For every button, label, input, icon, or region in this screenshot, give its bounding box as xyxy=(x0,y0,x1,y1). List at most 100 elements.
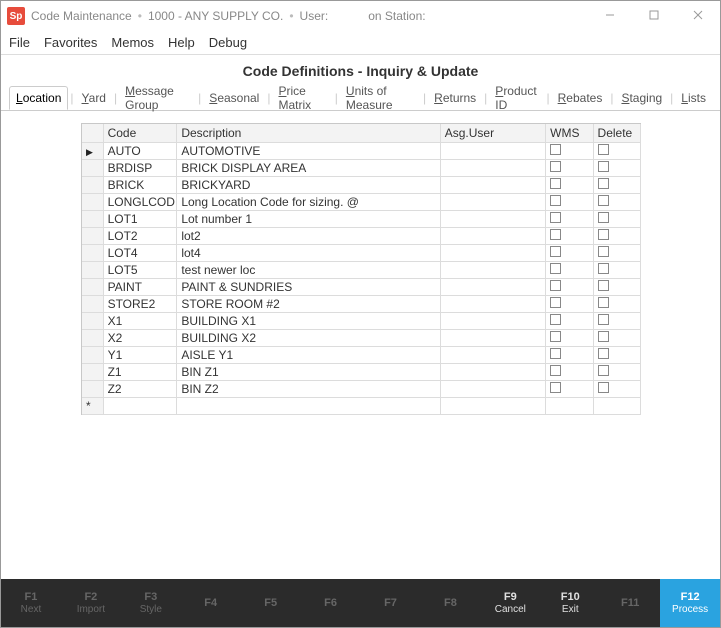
cell-wms[interactable] xyxy=(546,397,593,414)
cell-code[interactable]: X2 xyxy=(103,329,177,346)
col-asg-user[interactable]: Asg.User xyxy=(440,124,545,142)
cell-wms[interactable] xyxy=(546,159,593,176)
wms-checkbox[interactable] xyxy=(550,246,561,257)
cell-delete[interactable] xyxy=(593,312,640,329)
cell-code[interactable] xyxy=(103,397,177,414)
cell-wms[interactable] xyxy=(546,176,593,193)
cell-description[interactable]: AISLE Y1 xyxy=(177,346,440,363)
cell-delete[interactable] xyxy=(593,142,640,159)
cell-description[interactable]: lot2 xyxy=(177,227,440,244)
cell-code[interactable]: LOT4 xyxy=(103,244,177,261)
table-row[interactable]: Z1BIN Z1 xyxy=(82,363,641,380)
cell-delete[interactable] xyxy=(593,176,640,193)
cell-asg-user[interactable] xyxy=(440,210,545,227)
fkey-f10[interactable]: F10Exit xyxy=(540,579,600,627)
cell-wms[interactable] xyxy=(546,329,593,346)
cell-wms[interactable] xyxy=(546,193,593,210)
delete-checkbox[interactable] xyxy=(598,280,609,291)
tab-lists[interactable]: Lists xyxy=(675,87,712,109)
wms-checkbox[interactable] xyxy=(550,263,561,274)
table-row[interactable]: STORE2STORE ROOM #2 xyxy=(82,295,641,312)
cell-delete[interactable] xyxy=(593,363,640,380)
cell-code[interactable]: Z1 xyxy=(103,363,177,380)
table-row[interactable]: LOT2lot2 xyxy=(82,227,641,244)
delete-checkbox[interactable] xyxy=(598,161,609,172)
cell-wms[interactable] xyxy=(546,363,593,380)
fkey-f1[interactable]: F1Next xyxy=(1,579,61,627)
wms-checkbox[interactable] xyxy=(550,382,561,393)
cell-delete[interactable] xyxy=(593,346,640,363)
table-row[interactable]: X2BUILDING X2 xyxy=(82,329,641,346)
table-row[interactable]: AUTOAUTOMOTIVE xyxy=(82,142,641,159)
tab-yard[interactable]: Yard xyxy=(76,87,112,109)
menu-memos[interactable]: Memos xyxy=(111,35,154,50)
close-button[interactable] xyxy=(676,1,720,29)
delete-checkbox[interactable] xyxy=(598,195,609,206)
cell-wms[interactable] xyxy=(546,346,593,363)
delete-checkbox[interactable] xyxy=(598,348,609,359)
maximize-button[interactable] xyxy=(632,1,676,29)
cell-code[interactable]: BRICK xyxy=(103,176,177,193)
cell-delete[interactable] xyxy=(593,397,640,414)
cell-wms[interactable] xyxy=(546,295,593,312)
wms-checkbox[interactable] xyxy=(550,178,561,189)
cell-description[interactable]: BUILDING X1 xyxy=(177,312,440,329)
cell-code[interactable]: PAINT xyxy=(103,278,177,295)
cell-delete[interactable] xyxy=(593,210,640,227)
wms-checkbox[interactable] xyxy=(550,297,561,308)
cell-code[interactable]: AUTO xyxy=(103,142,177,159)
delete-checkbox[interactable] xyxy=(598,212,609,223)
cell-delete[interactable] xyxy=(593,261,640,278)
cell-asg-user[interactable] xyxy=(440,397,545,414)
cell-asg-user[interactable] xyxy=(440,227,545,244)
cell-wms[interactable] xyxy=(546,312,593,329)
delete-checkbox[interactable] xyxy=(598,263,609,274)
wms-checkbox[interactable] xyxy=(550,144,561,155)
delete-checkbox[interactable] xyxy=(598,314,609,325)
cell-asg-user[interactable] xyxy=(440,261,545,278)
col-description[interactable]: Description xyxy=(177,124,440,142)
cell-delete[interactable] xyxy=(593,159,640,176)
table-row[interactable]: Z2BIN Z2 xyxy=(82,380,641,397)
cell-delete[interactable] xyxy=(593,295,640,312)
cell-description[interactable]: STORE ROOM #2 xyxy=(177,295,440,312)
table-row[interactable]: BRDISPBRICK DISPLAY AREA xyxy=(82,159,641,176)
cell-asg-user[interactable] xyxy=(440,142,545,159)
table-row[interactable]: PAINTPAINT & SUNDRIES xyxy=(82,278,641,295)
table-row[interactable]: LOT1Lot number 1 xyxy=(82,210,641,227)
cell-description[interactable]: BRICK DISPLAY AREA xyxy=(177,159,440,176)
fkey-f2[interactable]: F2Import xyxy=(61,579,121,627)
wms-checkbox[interactable] xyxy=(550,314,561,325)
table-row[interactable]: Y1AISLE Y1 xyxy=(82,346,641,363)
tab-seasonal[interactable]: Seasonal xyxy=(203,87,265,109)
cell-description[interactable]: PAINT & SUNDRIES xyxy=(177,278,440,295)
cell-asg-user[interactable] xyxy=(440,363,545,380)
cell-asg-user[interactable] xyxy=(440,346,545,363)
cell-description[interactable]: test newer loc xyxy=(177,261,440,278)
table-row[interactable]: BRICKBRICKYARD xyxy=(82,176,641,193)
cell-wms[interactable] xyxy=(546,227,593,244)
new-row[interactable]: * xyxy=(82,397,641,414)
tab-returns[interactable]: Returns xyxy=(428,87,482,109)
wms-checkbox[interactable] xyxy=(550,331,561,342)
delete-checkbox[interactable] xyxy=(598,144,609,155)
cell-delete[interactable] xyxy=(593,227,640,244)
fkey-f6[interactable]: F6 xyxy=(301,579,361,627)
fkey-f11[interactable]: F11 xyxy=(600,579,660,627)
fkey-f8[interactable]: F8 xyxy=(420,579,480,627)
delete-checkbox[interactable] xyxy=(598,297,609,308)
cell-code[interactable]: Z2 xyxy=(103,380,177,397)
wms-checkbox[interactable] xyxy=(550,195,561,206)
wms-checkbox[interactable] xyxy=(550,212,561,223)
menu-help[interactable]: Help xyxy=(168,35,195,50)
code-grid[interactable]: Code Description Asg.User WMS Delete AUT… xyxy=(81,123,641,415)
menu-favorites[interactable]: Favorites xyxy=(44,35,97,50)
fkey-f9[interactable]: F9Cancel xyxy=(480,579,540,627)
table-row[interactable]: LOT4lot4 xyxy=(82,244,641,261)
cell-asg-user[interactable] xyxy=(440,329,545,346)
col-code[interactable]: Code xyxy=(103,124,177,142)
delete-checkbox[interactable] xyxy=(598,229,609,240)
wms-checkbox[interactable] xyxy=(550,229,561,240)
cell-code[interactable]: LONGLCOD xyxy=(103,193,177,210)
menu-debug[interactable]: Debug xyxy=(209,35,247,50)
